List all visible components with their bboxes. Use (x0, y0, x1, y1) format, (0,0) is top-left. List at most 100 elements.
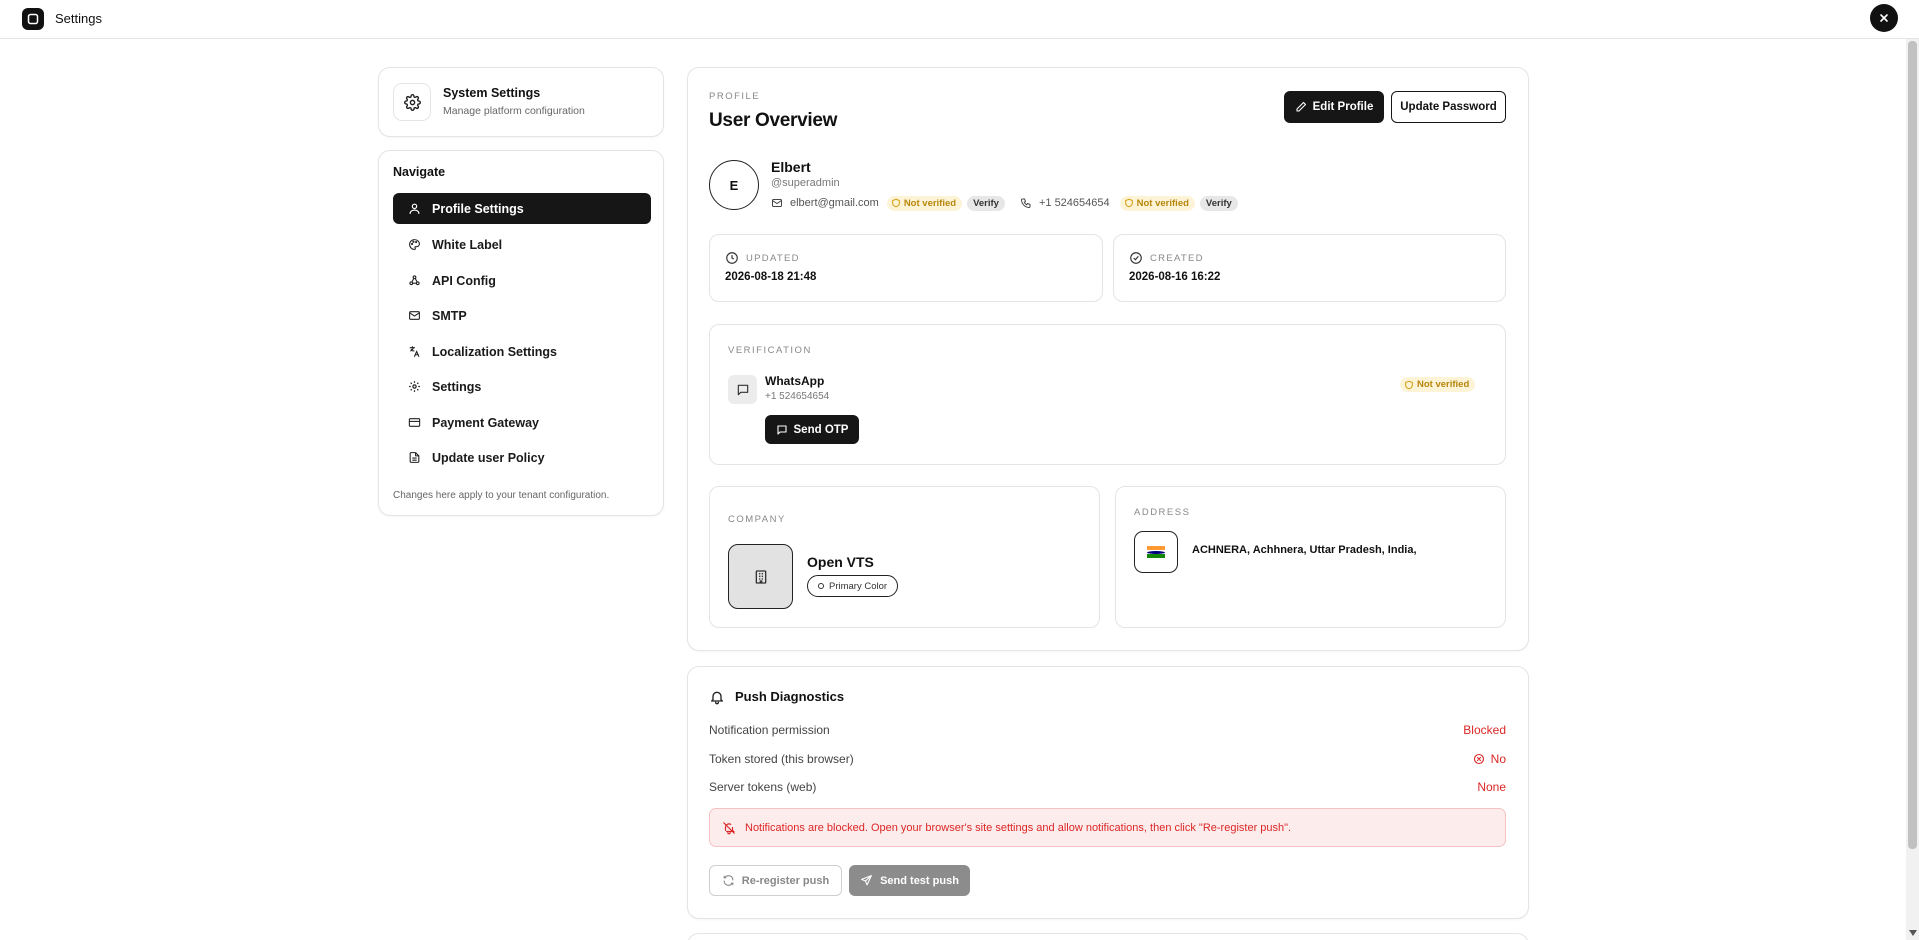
diagnostic-label: Server tokens (web) (709, 780, 817, 794)
whatsapp-status-badge: Not verified (1400, 377, 1476, 392)
reregister-push-button[interactable]: Re-register push (709, 865, 842, 896)
refresh-icon (723, 875, 734, 886)
x-circle-icon (1473, 753, 1484, 765)
color-swatch-icon (818, 583, 824, 589)
company-eyebrow: COMPANY (728, 514, 786, 525)
phone-icon (1020, 198, 1031, 209)
nav-item-update-user-policy[interactable]: Update user Policy (393, 442, 651, 473)
nav-item-localization-settings[interactable]: Localization Settings (393, 336, 651, 367)
created-card: CREATED 2026-08-16 16:22 (1113, 234, 1506, 302)
nav-item-label: White Label (432, 237, 503, 252)
push-diagnostics-card: Push Diagnostics Notification permission… (687, 666, 1529, 919)
verify-phone-button[interactable]: Verify (1199, 195, 1238, 211)
edit-profile-button[interactable]: Edit Profile (1284, 91, 1384, 123)
navigate-heading: Navigate (393, 165, 446, 179)
phone-status-badge: Not verified (1119, 195, 1195, 211)
send-otp-button[interactable]: Send OTP (765, 415, 859, 444)
nav-item-white-label[interactable]: White Label (393, 229, 651, 260)
nav-footer-note: Changes here apply to your tenant config… (393, 490, 610, 501)
edit-profile-label: Edit Profile (1312, 101, 1374, 113)
verify-email-button[interactable]: Verify (967, 195, 1005, 211)
diagnostic-row-server-tokens: Server tokens (web) None (709, 779, 1506, 795)
nav-item-payment-gateway[interactable]: Payment Gateway (393, 407, 651, 438)
diagnostic-value: Blocked (1463, 723, 1506, 737)
nav-item-label: SMTP (432, 308, 467, 323)
avatar: E (709, 160, 759, 210)
bell-off-icon (723, 821, 736, 834)
scrollbar-thumb[interactable] (1908, 41, 1917, 849)
updated-label: UPDATED (746, 253, 800, 264)
gear-icon (407, 380, 421, 394)
bell-icon (711, 691, 723, 705)
shield-icon (1124, 198, 1133, 208)
diagnostic-value: None (1477, 780, 1506, 794)
page-scrollbar[interactable] (1906, 39, 1919, 940)
address-card: ADDRESS ACHNERA, Achhnera, Uttar Pradesh… (1115, 486, 1506, 628)
shield-icon (891, 198, 900, 208)
created-label: CREATED (1150, 253, 1204, 264)
india-flag-icon (1134, 531, 1178, 573)
palette-icon (407, 238, 421, 252)
nav-item-api-config[interactable]: API Config (393, 265, 651, 296)
profile-eyebrow: PROFILE (709, 91, 761, 102)
send-icon (861, 875, 872, 886)
company-name: Open VTS (807, 554, 874, 570)
update-password-button[interactable]: Update Password (1391, 91, 1506, 123)
address-text: ACHNERA, Achhnera, Uttar Pradesh, India, (1192, 544, 1417, 556)
email-status-badge: Not verified (886, 195, 963, 211)
check-circle-icon (1130, 252, 1142, 264)
address-eyebrow: ADDRESS (1134, 507, 1191, 518)
diagnostic-label: Token stored (this browser) (709, 752, 854, 766)
clock-icon (726, 252, 738, 264)
created-value: 2026-08-16 16:22 (1129, 271, 1221, 283)
navigation-card: Navigate Profile Settings White Label AP… (378, 150, 664, 516)
alert-text: Notifications are blocked. Open your bro… (745, 821, 1292, 834)
file-text-icon (407, 451, 421, 465)
nav-item-label: Settings (432, 379, 482, 394)
message-square-icon (728, 375, 757, 404)
next-section-card (687, 933, 1529, 940)
languages-icon (407, 345, 421, 359)
gear-icon (393, 83, 431, 121)
send-test-push-label: Send test push (880, 874, 959, 887)
send-test-push-button[interactable]: Send test push (849, 865, 970, 896)
nav-item-settings[interactable]: Settings (393, 371, 651, 402)
credit-card-icon (407, 416, 421, 430)
diagnostic-label: Notification permission (709, 723, 830, 737)
nav-item-smtp[interactable]: SMTP (393, 300, 651, 331)
mail-icon (772, 199, 782, 207)
system-settings-title: System Settings (443, 86, 541, 100)
updated-card: UPDATED 2026-08-18 21:48 (709, 234, 1103, 302)
verification-card: VERIFICATION WhatsApp +1 524654654 Not v… (709, 324, 1506, 465)
nav-item-label: API Config (432, 273, 496, 288)
diagnostic-value: No (1473, 752, 1506, 766)
close-button[interactable] (1870, 4, 1898, 32)
reregister-push-label: Re-register push (741, 874, 830, 887)
diagnostic-value-text: No (1490, 752, 1506, 766)
phone-status-label: Not verified (1136, 197, 1189, 209)
send-otp-label: Send OTP (793, 423, 849, 436)
close-icon (1880, 14, 1888, 22)
building-icon (728, 544, 793, 609)
user-handle: @superadmin (771, 177, 840, 189)
update-password-label: Update Password (1400, 101, 1497, 113)
scroll-down-arrow-icon[interactable] (1908, 928, 1917, 938)
notifications-blocked-alert: Notifications are blocked. Open your bro… (709, 808, 1506, 847)
primary-color-pill[interactable]: Primary Color (807, 575, 899, 597)
nav-item-label: Localization Settings (432, 344, 558, 359)
updated-value: 2026-08-18 21:48 (725, 271, 817, 283)
company-card: COMPANY Open VTS Primary Color (709, 486, 1100, 628)
user-icon (407, 202, 421, 216)
whatsapp-status-label: Not verified (1417, 379, 1470, 390)
nav-item-label: Update user Policy (432, 450, 545, 465)
nav-item-profile-settings[interactable]: Profile Settings (393, 193, 651, 224)
message-square-icon (776, 424, 787, 435)
push-diagnostics-title: Push Diagnostics (735, 689, 845, 704)
nav-item-label: Payment Gateway (432, 415, 539, 430)
user-email: elbert@gmail.com (790, 197, 879, 209)
page-title: User Overview (709, 110, 838, 131)
contact-row: elbert@gmail.com Not verified Verify +1 … (771, 194, 1238, 212)
mail-icon (407, 309, 421, 323)
email-status-label: Not verified (903, 197, 957, 209)
diagnostic-row-permission: Notification permission Blocked (709, 722, 1506, 738)
